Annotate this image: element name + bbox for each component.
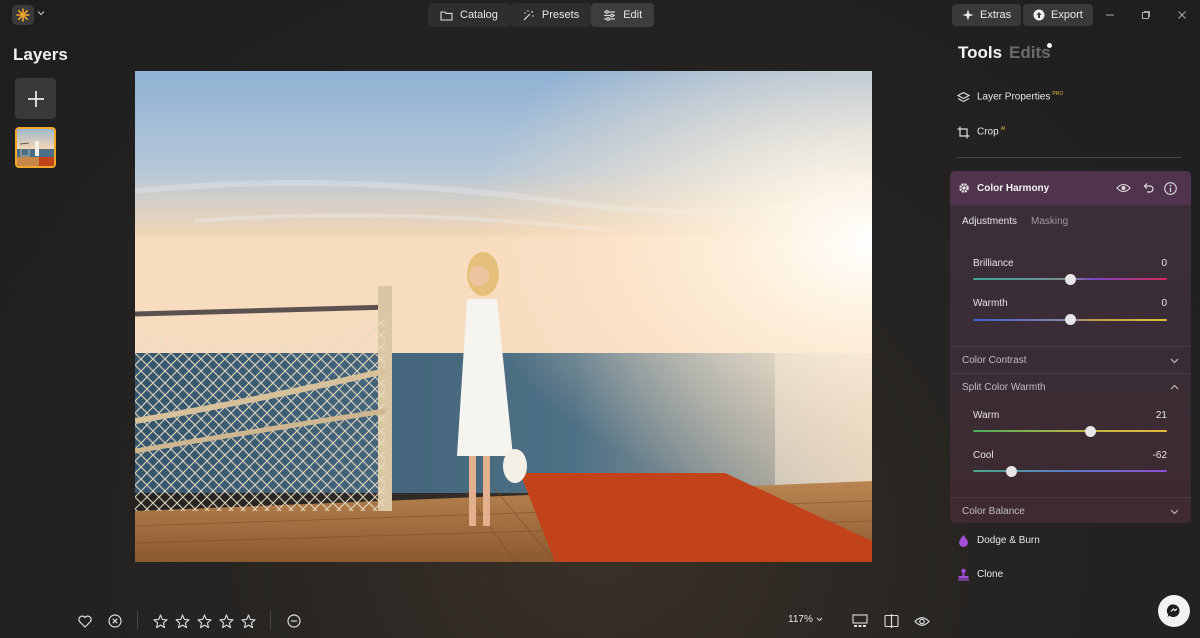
tab-presets[interactable]: Presets <box>509 3 592 27</box>
extras-button[interactable]: Extras <box>952 4 1022 26</box>
mode-tabs: Catalog Presets Edit <box>428 3 655 27</box>
close-icon[interactable] <box>1175 8 1189 22</box>
top-bar: Catalog Presets Edit Extras Export <box>0 0 1200 30</box>
sparkle-icon <box>962 9 974 21</box>
preview-eye-icon[interactable] <box>914 613 930 629</box>
eye-icon[interactable] <box>1116 183 1131 193</box>
color-balance-label: Color Balance <box>962 506 1025 517</box>
warmth-value: 0 <box>1161 298 1167 309</box>
tab-catalog[interactable]: Catalog <box>428 3 510 27</box>
color-contrast-section[interactable]: Color Contrast <box>950 346 1191 372</box>
add-layer-button[interactable] <box>15 78 56 119</box>
dodge-burn-label: Dodge & Burn <box>977 534 1040 546</box>
magic-wand-icon <box>522 9 535 22</box>
tab-catalog-label: Catalog <box>460 9 498 21</box>
clone-label: Clone <box>977 568 1004 580</box>
compare-icon[interactable] <box>883 613 899 629</box>
export-button[interactable]: Export <box>1023 4 1093 26</box>
crop-icon <box>957 126 970 139</box>
export-label: Export <box>1051 9 1083 21</box>
brilliance-label: Brilliance <box>973 258 1014 269</box>
split-color-warmth-label: Split Color Warmth <box>962 382 1046 393</box>
brilliance-value: 0 <box>1161 258 1167 269</box>
crop-label: Crop <box>977 126 999 138</box>
star-icon[interactable] <box>152 613 168 629</box>
zoom-value: 117% <box>788 614 813 625</box>
layers-title: Layers <box>13 45 68 64</box>
sun-logo-icon[interactable] <box>12 5 34 25</box>
minimize-icon[interactable] <box>1103 8 1117 22</box>
chevron-down-icon[interactable] <box>37 9 45 17</box>
cool-track[interactable] <box>973 470 1167 472</box>
zoom-dropdown[interactable]: 117% <box>788 614 823 625</box>
color-contrast-label: Color Contrast <box>962 355 1027 366</box>
sliders-icon <box>603 9 616 21</box>
drop-icon <box>957 534 970 547</box>
tab-presets-label: Presets <box>541 9 580 21</box>
color-harmony-header[interactable]: Color Harmony <box>950 171 1191 205</box>
split-color-warmth-section[interactable]: Split Color Warmth <box>950 373 1191 399</box>
more-options-icon[interactable] <box>286 613 302 629</box>
export-icon <box>1033 9 1045 21</box>
warmth-label: Warmth <box>973 298 1008 309</box>
plus-icon <box>27 90 45 108</box>
layer-thumbnail[interactable] <box>15 127 56 168</box>
separator <box>270 611 271 629</box>
ai-badge: AI <box>1000 126 1006 133</box>
chevron-down-icon <box>816 616 823 623</box>
tools-divider <box>957 157 1182 158</box>
star-icon[interactable] <box>240 613 256 629</box>
star-icon[interactable] <box>174 613 190 629</box>
cool-label: Cool <box>973 450 994 461</box>
gear-icon <box>958 182 970 194</box>
filmstrip-icon[interactable] <box>852 613 868 629</box>
undo-icon[interactable] <box>1142 182 1154 194</box>
info-icon[interactable] <box>1164 182 1177 195</box>
chevron-down-icon <box>1170 507 1179 516</box>
pro-badge: PRO <box>1052 91 1064 98</box>
layer-properties-label: Layer Properties <box>977 91 1051 103</box>
color-harmony-panel: Color Harmony Adjustments Masking Brilli… <box>950 171 1191 523</box>
edits-indicator-dot <box>1047 43 1052 48</box>
separator <box>137 611 138 629</box>
layers-icon <box>957 91 970 104</box>
warm-value: 21 <box>1155 410 1167 421</box>
tool-crop[interactable]: Crop AI <box>957 123 1005 141</box>
warmth-slider-knob[interactable] <box>1064 314 1076 325</box>
chat-icon <box>1166 603 1182 619</box>
tab-edit-label: Edit <box>623 9 643 21</box>
color-harmony-title: Color Harmony <box>977 183 1050 194</box>
chat-support-button[interactable] <box>1158 595 1190 627</box>
star-icon[interactable] <box>196 613 212 629</box>
extras-label: Extras <box>980 9 1012 21</box>
subtab-adjustments[interactable]: Adjustments <box>962 216 1017 227</box>
warm-slider-knob[interactable] <box>1084 426 1096 437</box>
brilliance-slider-knob[interactable] <box>1064 274 1076 285</box>
warm-label: Warm <box>973 410 1000 421</box>
color-balance-section[interactable]: Color Balance <box>950 497 1191 523</box>
tool-dodge-burn[interactable]: Dodge & Burn <box>957 531 1040 549</box>
tab-tools[interactable]: Tools <box>958 43 1002 63</box>
tool-clone[interactable]: Clone <box>957 565 1003 583</box>
star-icon[interactable] <box>218 613 234 629</box>
subtab-masking[interactable]: Masking <box>1031 216 1068 227</box>
cool-value: -62 <box>1152 450 1167 461</box>
cool-slider-knob[interactable] <box>1006 466 1018 477</box>
warm-track[interactable] <box>973 430 1167 432</box>
heart-icon[interactable] <box>77 613 93 629</box>
reject-icon[interactable] <box>107 613 123 629</box>
chevron-up-icon <box>1170 383 1179 392</box>
chevron-down-icon <box>1170 356 1179 365</box>
restore-icon[interactable] <box>1139 8 1153 22</box>
folder-icon <box>440 10 453 21</box>
tab-edits[interactable]: Edits <box>1009 43 1051 63</box>
main-photo[interactable] <box>135 71 872 562</box>
stamp-icon <box>957 568 970 581</box>
tab-edit[interactable]: Edit <box>591 3 655 27</box>
tool-layer-properties[interactable]: Layer Properties PRO <box>957 88 1063 106</box>
